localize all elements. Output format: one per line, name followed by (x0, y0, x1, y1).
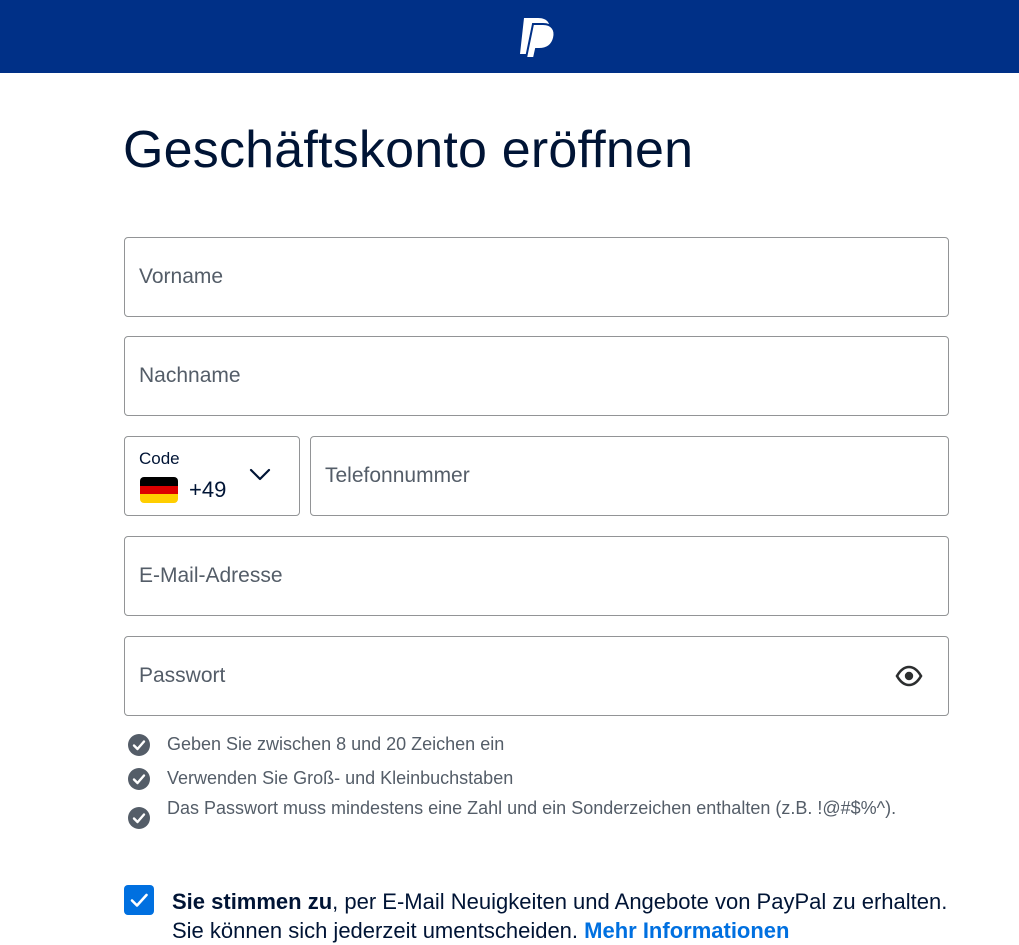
more-info-link[interactable]: Mehr Informationen (584, 918, 789, 943)
requirement-text: Geben Sie zwischen 8 und 20 Zeichen ein (167, 734, 505, 754)
requirement-text: Das Passwort muss mindestens eine Zahl u… (167, 798, 897, 818)
chevron-down-icon[interactable] (249, 467, 271, 483)
paypal-logo-icon[interactable] (516, 12, 560, 60)
requirement-text: Verwenden Sie Groß- und Kleinbuchstaben (167, 768, 514, 788)
first-name-input[interactable] (139, 238, 932, 316)
check-circle-icon (128, 768, 150, 790)
password-input[interactable] (139, 637, 879, 715)
phone-field[interactable] (310, 436, 949, 516)
checkmark-icon (130, 893, 148, 907)
consent-text: Sie stimmen zu, per E-Mail Neuigkeiten u… (172, 887, 962, 945)
first-name-field[interactable] (124, 237, 949, 317)
germany-flag-icon (140, 477, 178, 503)
check-circle-icon (128, 734, 150, 756)
consent-checkbox[interactable] (124, 885, 154, 915)
check-circle-icon (128, 807, 150, 829)
phone-input[interactable] (325, 437, 932, 515)
country-code-select[interactable]: Code +49 (124, 436, 300, 516)
last-name-field[interactable] (124, 336, 949, 416)
last-name-input[interactable] (139, 337, 932, 415)
country-code-label: Code (139, 449, 180, 468)
country-code-value: +49 (189, 477, 227, 502)
consent-bold-text: Sie stimmen zu (172, 889, 333, 914)
top-bar (0, 0, 1019, 73)
eye-icon[interactable] (895, 664, 923, 688)
email-field[interactable] (124, 536, 949, 616)
password-field[interactable] (124, 636, 949, 716)
email-input[interactable] (139, 537, 932, 615)
page-title: Geschäftskonto eröffnen (123, 121, 694, 179)
